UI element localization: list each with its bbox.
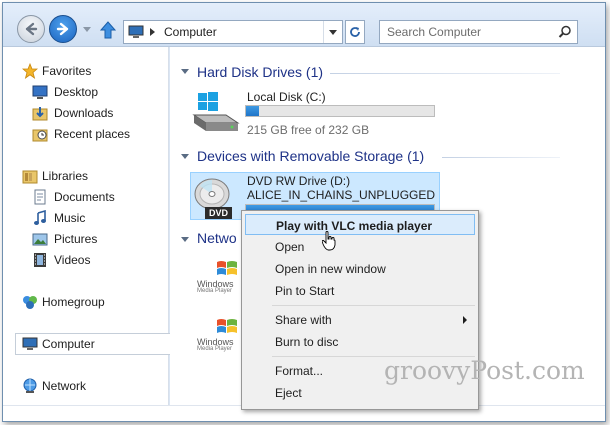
recent-locations-dropdown[interactable] xyxy=(83,27,91,32)
nav-documents-label: Documents xyxy=(54,190,115,204)
videos-icon xyxy=(34,253,46,267)
nav-libraries[interactable]: Libraries xyxy=(3,166,169,186)
nav-homegroup[interactable]: Homegroup xyxy=(3,292,169,312)
nav-favorites-label: Favorites xyxy=(42,64,92,78)
menu-burn-to-disc[interactable]: Burn to disc xyxy=(245,331,475,352)
local-disk-free-space: 215 GB free of 232 GB xyxy=(247,123,370,137)
nav-computer-label: Computer xyxy=(42,337,95,351)
menu-share-with-label: Share with xyxy=(275,313,332,327)
nav-network[interactable]: Network xyxy=(3,376,169,396)
menu-open-label: Open xyxy=(275,240,305,254)
address-bar[interactable]: Computer xyxy=(123,20,343,44)
nav-recent-label: Recent places xyxy=(54,127,131,141)
downloads-folder-icon xyxy=(32,107,48,121)
dvd-disc-label: ALICE_IN_CHAINS_UNPLUGGED xyxy=(247,188,436,202)
menu-burn-to-disc-label: Burn to disc xyxy=(275,335,339,349)
dvd-badge: DVD xyxy=(205,207,232,219)
nav-desktop-label: Desktop xyxy=(54,85,99,99)
pictures-icon xyxy=(32,233,48,246)
desktop-icon xyxy=(32,85,48,99)
group-divider xyxy=(330,73,560,74)
nav-pictures-label: Pictures xyxy=(54,232,98,246)
up-arrow-icon xyxy=(99,21,117,39)
menu-play-vlc[interactable]: Play with VLC media player xyxy=(245,214,475,235)
nav-downloads[interactable]: Downloads xyxy=(3,103,169,123)
nav-videos[interactable]: Videos xyxy=(3,250,169,270)
forward-arrow-icon xyxy=(56,22,69,36)
nav-videos-label: Videos xyxy=(54,253,91,267)
music-icon xyxy=(34,210,46,225)
hand-cursor-icon xyxy=(322,231,336,251)
nav-computer[interactable]: Computer xyxy=(15,333,171,355)
toolbar: Computer Search Computer xyxy=(3,3,605,47)
right-margin xyxy=(578,47,605,405)
back-button[interactable] xyxy=(17,15,45,43)
star-icon xyxy=(22,63,38,79)
nav-music[interactable]: Music xyxy=(3,208,169,228)
menu-pin-to-start-label: Pin to Start xyxy=(275,284,335,298)
group-header-removable[interactable]: Devices with Removable Storage (1) xyxy=(197,148,424,164)
group-divider xyxy=(442,157,560,158)
breadcrumb-computer[interactable]: Computer xyxy=(164,25,217,39)
menu-eject-label: Eject xyxy=(275,386,302,400)
group-header-hdd[interactable]: Hard Disk Drives (1) xyxy=(197,64,323,80)
local-disk-usage-fill xyxy=(246,106,259,116)
nav-documents[interactable]: Documents xyxy=(3,187,169,207)
refresh-icon xyxy=(350,27,360,37)
menu-pin-to-start[interactable]: Pin to Start xyxy=(245,280,475,301)
libraries-icon xyxy=(22,170,38,184)
menu-open[interactable]: Open xyxy=(245,236,475,257)
nav-downloads-label: Downloads xyxy=(54,106,114,120)
search-icon[interactable] xyxy=(558,25,572,39)
recent-places-icon xyxy=(32,129,48,142)
collapse-network-icon[interactable] xyxy=(181,237,189,242)
homegroup-icon xyxy=(23,296,37,309)
menu-open-new-window[interactable]: Open in new window xyxy=(245,258,475,279)
nav-libraries-label: Libraries xyxy=(42,169,89,183)
network-media-player-1[interactable]: Windows Media Player xyxy=(196,257,242,297)
menu-play-vlc-label: Play with VLC media player xyxy=(276,219,433,233)
collapse-hdd-icon[interactable] xyxy=(181,69,189,74)
up-button[interactable] xyxy=(99,19,117,41)
collapse-removable-icon[interactable] xyxy=(181,154,189,159)
windows-logo-icon xyxy=(217,261,237,275)
nav-music-label: Music xyxy=(54,211,86,225)
navigation-pane: Favorites Desktop Downloads Recent place… xyxy=(3,47,171,405)
watermark: groovyPost.com xyxy=(384,356,585,385)
group-header-network[interactable]: Netwo xyxy=(197,230,237,246)
menu-separator xyxy=(272,305,475,306)
breadcrumb-arrow-icon[interactable] xyxy=(150,28,155,36)
network-media-player-2[interactable]: Windows Media Player xyxy=(196,315,242,355)
address-dropdown-button[interactable] xyxy=(323,21,341,43)
local-disk-icon xyxy=(192,92,240,131)
refresh-button[interactable] xyxy=(345,20,365,44)
forward-button[interactable] xyxy=(49,15,77,43)
back-arrow-icon xyxy=(25,22,38,36)
media-player-name: Media Player xyxy=(197,346,233,352)
local-disk-usage-bar xyxy=(245,105,435,117)
search-input[interactable]: Search Computer xyxy=(379,20,578,44)
media-player-name: Media Player xyxy=(197,288,233,294)
network-icon xyxy=(23,378,37,393)
windows-logo-icon xyxy=(217,319,237,333)
menu-share-with[interactable]: Share with xyxy=(245,309,475,330)
nav-recent-places[interactable]: Recent places xyxy=(3,124,169,144)
nav-homegroup-label: Homegroup xyxy=(42,295,105,309)
nav-network-label: Network xyxy=(42,379,87,393)
menu-open-new-window-label: Open in new window xyxy=(275,262,386,276)
local-disk-name[interactable]: Local Disk (C:) xyxy=(247,90,326,104)
computer-icon xyxy=(128,25,144,38)
nav-desktop[interactable]: Desktop xyxy=(3,82,169,102)
computer-icon xyxy=(22,337,38,350)
documents-icon xyxy=(34,189,46,205)
submenu-arrow-icon xyxy=(463,316,467,324)
menu-eject[interactable]: Eject xyxy=(245,382,475,403)
search-placeholder: Search Computer xyxy=(387,25,482,39)
nav-pictures[interactable]: Pictures xyxy=(3,229,169,249)
menu-format-label: Format... xyxy=(275,364,324,378)
dvd-drive-name[interactable]: DVD RW Drive (D:) xyxy=(247,174,350,188)
nav-favorites[interactable]: Favorites xyxy=(3,61,169,81)
